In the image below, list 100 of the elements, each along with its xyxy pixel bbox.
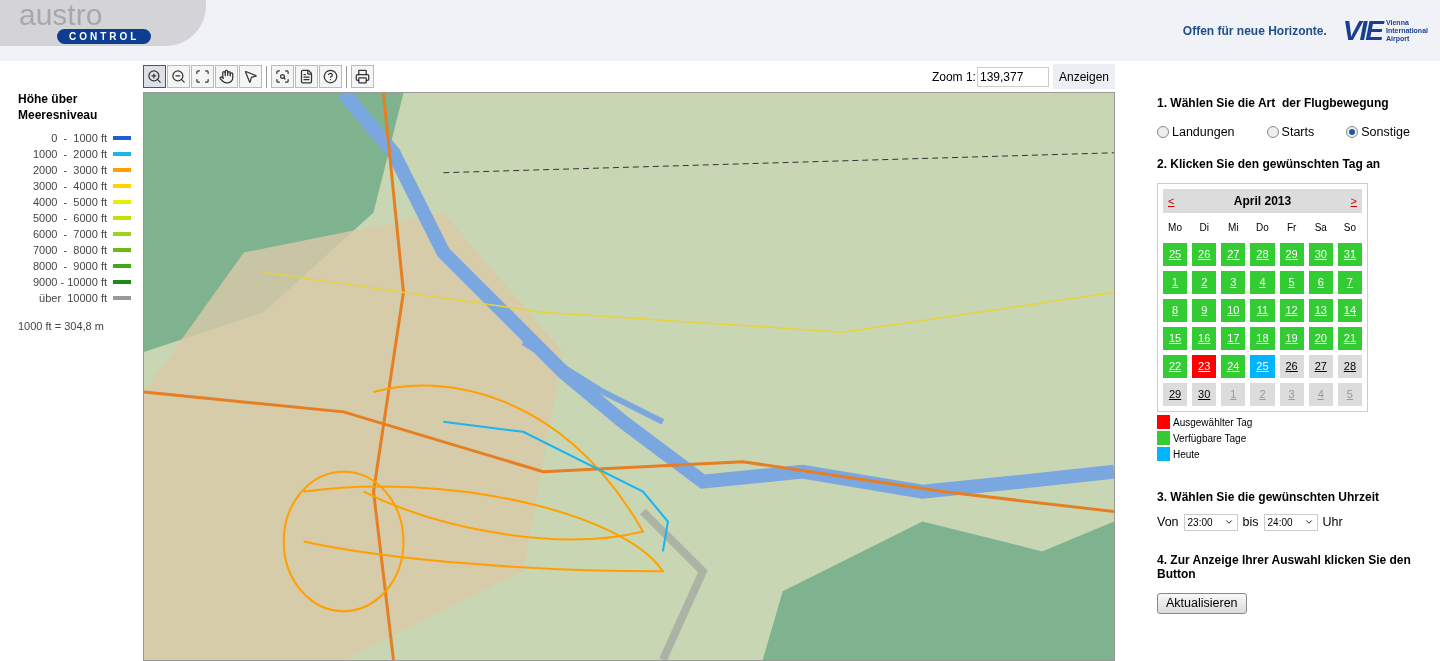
legend-label: Verfügbare Tage — [1173, 431, 1247, 446]
calendar-day[interactable]: 31 — [1337, 242, 1362, 266]
map-tool-button[interactable] — [215, 65, 238, 88]
calendar-day[interactable]: 8 — [1163, 298, 1188, 322]
legend-label: Ausgewählter Tag — [1173, 415, 1253, 430]
calendar-day[interactable]: 27 — [1308, 354, 1333, 378]
calendar-day[interactable]: 1 — [1163, 270, 1188, 294]
zoom-out-icon — [171, 69, 186, 84]
slogan: Offen für neue Horizonte. — [1182, 22, 1327, 40]
legend-label: 1000 - 2000 ft — [33, 146, 107, 162]
next-month-link[interactable]: > — [1350, 192, 1357, 209]
calendar-day[interactable]: 28 — [1337, 354, 1362, 378]
calendar-day[interactable]: 25 — [1163, 242, 1188, 266]
calendar-day[interactable]: 6 — [1308, 270, 1333, 294]
calendar-day[interactable]: 3 — [1279, 382, 1304, 406]
map-tool-button[interactable] — [191, 65, 214, 88]
calendar-day[interactable]: 29 — [1279, 242, 1304, 266]
zoom-in-icon — [147, 69, 162, 84]
to-time-select[interactable]: 24:00 — [1263, 513, 1318, 531]
legend-label: Heute — [1173, 447, 1200, 462]
step-heading: 2. Klicken Sie den gewünschten Tag an — [1157, 155, 1382, 173]
calendar-day[interactable]: 14 — [1337, 298, 1362, 322]
calendar-day[interactable]: 5 — [1337, 382, 1362, 406]
legend-label: 6000 - 7000 ft — [33, 226, 107, 242]
weekday-label: Do — [1255, 220, 1270, 235]
unit-label: Uhr — [1322, 513, 1343, 531]
calendar-day[interactable]: 5 — [1279, 270, 1304, 294]
radio-button[interactable] — [1157, 126, 1169, 139]
unit-note: 1000 ft = 304,8 m — [18, 319, 105, 334]
calendar-day[interactable]: 2 — [1192, 270, 1217, 294]
hand-icon — [219, 69, 234, 84]
help-icon — [323, 69, 338, 84]
show-button[interactable]: Anzeigen — [1052, 64, 1115, 89]
update-button[interactable]: Aktualisieren — [1157, 592, 1247, 614]
weekday-label: So — [1342, 220, 1358, 235]
calendar-day[interactable]: 18 — [1250, 326, 1275, 350]
calendar-day[interactable]: 11 — [1250, 298, 1275, 322]
map-tool-button[interactable] — [295, 65, 318, 88]
legend-label: 0 - 1000 ft — [51, 130, 107, 146]
printer-icon — [355, 69, 370, 84]
calendar-day[interactable]: 3 — [1221, 270, 1246, 294]
legend-label: über 10000 ft — [39, 290, 107, 306]
logo-badge: CONTROL — [57, 29, 152, 44]
vie-logo-mark: VIE — [1342, 13, 1382, 48]
calendar-day[interactable]: 26 — [1192, 242, 1217, 266]
map-tool-button[interactable] — [239, 65, 262, 88]
map-tool-button[interactable] — [143, 65, 166, 88]
calendar-day[interactable]: 15 — [1163, 326, 1188, 350]
calendar-day[interactable]: 22 — [1163, 354, 1188, 378]
calendar-day[interactable]: 17 — [1221, 326, 1246, 350]
radio-button[interactable] — [1266, 126, 1279, 139]
legend-label: 7000 - 8000 ft — [33, 242, 107, 258]
calendar-day[interactable]: 21 — [1337, 326, 1362, 350]
weekday-label: Sa — [1313, 220, 1328, 235]
radio-label: Starts — [1281, 124, 1315, 141]
map-tool-button[interactable] — [351, 65, 374, 88]
calendar-day[interactable]: 7 — [1337, 270, 1362, 294]
identify-icon — [275, 69, 290, 84]
calendar-day[interactable]: 12 — [1279, 298, 1304, 322]
from-time-select[interactable]: 23:00 — [1183, 513, 1238, 531]
radio-label: Sonstige — [1361, 124, 1410, 141]
weekday-label: Mo — [1167, 220, 1183, 235]
calendar-day[interactable]: 2 — [1250, 382, 1275, 406]
step-heading: 3. Wählen Sie die gewünschten Uhrzeit — [1157, 488, 1381, 506]
weekday-label: Fr — [1285, 220, 1298, 235]
legend-label: 9000 - 10000 ft — [33, 274, 107, 290]
zoom-label: Zoom 1: — [931, 68, 976, 86]
map-tool-button[interactable] — [271, 65, 294, 88]
calendar-day[interactable]: 24 — [1221, 354, 1246, 378]
radio-label: Landungen — [1172, 124, 1235, 141]
calendar-day[interactable]: 4 — [1250, 270, 1275, 294]
map-tool-button[interactable] — [167, 65, 190, 88]
weekday-label: Mi — [1227, 220, 1240, 235]
full-extent-icon — [195, 69, 210, 84]
map-tool-button[interactable] — [319, 65, 342, 88]
from-label: Von — [1157, 513, 1179, 531]
calendar-day[interactable]: 29 — [1163, 382, 1188, 406]
calendar-day[interactable]: 30 — [1192, 382, 1217, 406]
weekday-label: Di — [1198, 220, 1210, 235]
legend-label: 8000 - 9000 ft — [33, 258, 107, 274]
step-heading: 4. Zur Anzeige Ihrer Auswahl klicken Sie den Button — [1157, 552, 1412, 581]
zoom-field[interactable]: 139,377 — [976, 66, 1049, 87]
calendar-day[interactable]: 26 — [1279, 354, 1304, 378]
calendar-day[interactable]: 27 — [1221, 242, 1246, 266]
calendar-day[interactable]: 16 — [1192, 326, 1217, 350]
calendar-day[interactable]: 13 — [1308, 298, 1333, 322]
calendar-day[interactable]: 25 — [1250, 354, 1275, 378]
calendar-day[interactable]: 23 — [1192, 354, 1217, 378]
radio-button[interactable] — [1346, 126, 1359, 139]
calendar-day[interactable]: 20 — [1308, 326, 1333, 350]
calendar-day[interactable]: 10 — [1221, 298, 1246, 322]
calendar-day[interactable]: 4 — [1308, 382, 1333, 406]
previous-month-link[interactable]: < — [1168, 192, 1175, 209]
step-heading: 1. Wählen Sie die Art der Flugbewegung — [1157, 95, 1390, 112]
calendar-day[interactable]: 1 — [1221, 382, 1246, 406]
calendar-day[interactable]: 28 — [1250, 242, 1275, 266]
calendar-day[interactable]: 30 — [1308, 242, 1333, 266]
legend-label: 5000 - 6000 ft — [33, 210, 107, 226]
calendar-day[interactable]: 19 — [1279, 326, 1304, 350]
calendar-day[interactable]: 9 — [1192, 298, 1217, 322]
